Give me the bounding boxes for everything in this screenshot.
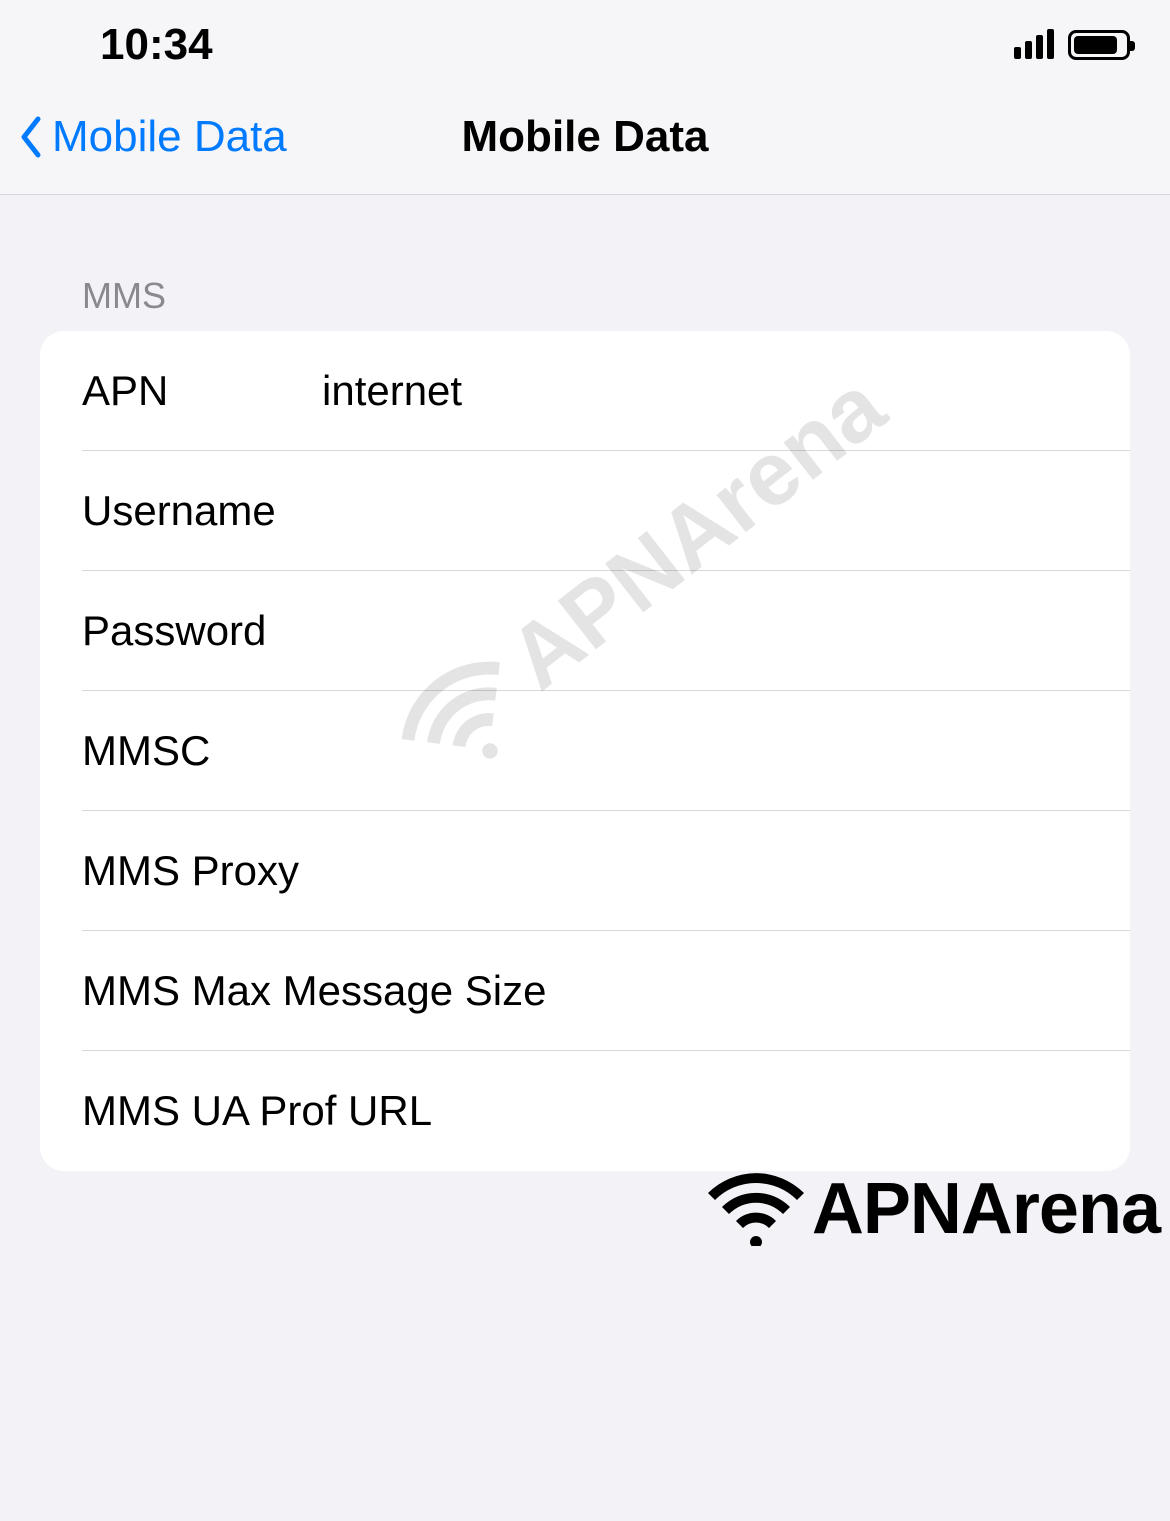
logo-text: APNArena [812, 1168, 1160, 1250]
row-label: MMS Proxy [82, 847, 322, 895]
row-mms-max-message-size[interactable]: MMS Max Message Size [40, 931, 1130, 1051]
nav-bar: Mobile Data Mobile Data [0, 80, 1170, 195]
row-label: MMSC [82, 727, 322, 775]
username-field[interactable] [322, 487, 1088, 535]
status-bar: 10:34 [0, 0, 1170, 80]
cellular-signal-icon [1014, 31, 1054, 59]
mms-proxy-field[interactable] [322, 847, 1088, 895]
row-mmsc[interactable]: MMSC [40, 691, 1130, 811]
mmsc-field[interactable] [322, 727, 1088, 775]
row-password[interactable]: Password [40, 571, 1130, 691]
section-header-mms: MMS [40, 195, 1130, 331]
chevron-left-icon [20, 115, 44, 159]
password-field[interactable] [322, 607, 1088, 655]
row-mms-ua-prof-url[interactable]: MMS UA Prof URL [40, 1051, 1130, 1171]
battery-icon [1068, 30, 1130, 60]
status-time: 10:34 [100, 20, 213, 70]
row-label: Username [82, 487, 322, 535]
row-label: MMS UA Prof URL [82, 1087, 547, 1135]
row-mms-proxy[interactable]: MMS Proxy [40, 811, 1130, 931]
apnarena-logo: APNArena [706, 1166, 1160, 1251]
mms-ua-prof-url-field[interactable] [547, 1087, 1088, 1135]
settings-content: MMS APN Username Password MMSC MMS Proxy… [0, 195, 1170, 1171]
mms-max-size-field[interactable] [547, 967, 1088, 1015]
back-label: Mobile Data [52, 112, 287, 162]
row-label: APN [82, 367, 322, 415]
row-label: MMS Max Message Size [82, 967, 547, 1015]
row-apn[interactable]: APN [40, 331, 1130, 451]
apn-field[interactable] [322, 367, 1088, 415]
settings-group-mms: APN Username Password MMSC MMS Proxy MMS… [40, 331, 1130, 1171]
row-username[interactable]: Username [40, 451, 1130, 571]
wifi-icon [706, 1166, 806, 1251]
row-label: Password [82, 607, 322, 655]
back-button[interactable]: Mobile Data [20, 112, 287, 162]
status-icons [1014, 30, 1130, 60]
